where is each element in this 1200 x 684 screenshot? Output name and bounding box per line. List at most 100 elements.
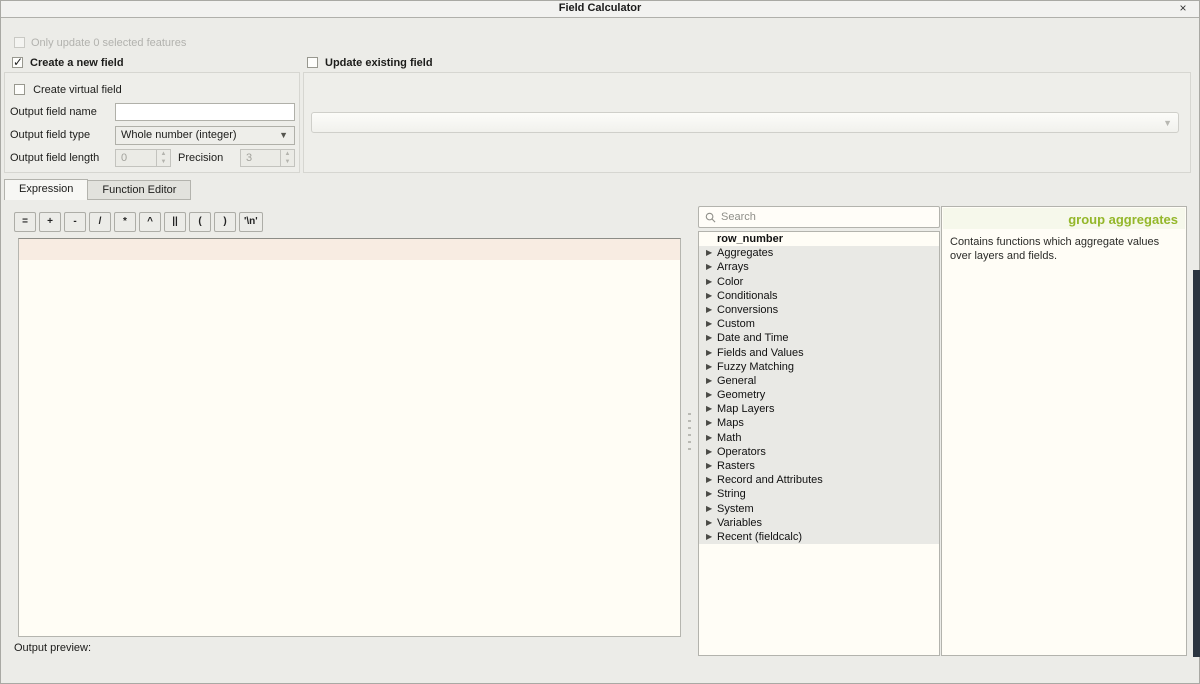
function-group-item[interactable]: ▶Custom bbox=[699, 317, 939, 331]
function-group-item[interactable]: ▶Variables bbox=[699, 516, 939, 530]
spinner-arrows-icon[interactable]: ▲▼ bbox=[156, 150, 170, 166]
expand-arrow-icon[interactable]: ▶ bbox=[706, 331, 712, 345]
search-placeholder: Search bbox=[721, 211, 756, 223]
expand-arrow-icon[interactable]: ▶ bbox=[706, 346, 712, 360]
output-field-name-label: Output field name bbox=[10, 106, 97, 118]
expand-arrow-icon[interactable]: ▶ bbox=[706, 416, 712, 430]
operator-button[interactable]: * bbox=[114, 212, 136, 232]
function-group-item[interactable]: ▶Date and Time bbox=[699, 331, 939, 345]
only-update-checkbox[interactable]: Only update 0 selected features bbox=[14, 37, 186, 49]
expand-arrow-icon[interactable]: ▶ bbox=[706, 445, 712, 459]
operator-button[interactable]: ) bbox=[214, 212, 236, 232]
function-group-item[interactable]: ▶String bbox=[699, 487, 939, 501]
function-group-item[interactable]: ▶Aggregates bbox=[699, 246, 939, 260]
tab-function-editor[interactable]: Function Editor bbox=[87, 180, 191, 200]
function-item-selected[interactable]: row_number bbox=[699, 232, 939, 246]
function-group-item[interactable]: ▶System bbox=[699, 502, 939, 516]
expand-arrow-icon[interactable]: ▶ bbox=[706, 530, 712, 544]
expand-arrow-icon[interactable]: ▶ bbox=[706, 374, 712, 388]
output-field-length-label: Output field length bbox=[10, 152, 99, 164]
only-update-label: Only update 0 selected features bbox=[31, 37, 186, 49]
output-field-type-value: Whole number (integer) bbox=[121, 129, 237, 141]
splitter-handle[interactable] bbox=[688, 413, 691, 451]
expression-editor[interactable] bbox=[18, 238, 681, 637]
function-group-item[interactable]: ▶Rasters bbox=[699, 459, 939, 473]
precision-stepper[interactable]: 3 ▲▼ bbox=[240, 149, 295, 167]
expand-arrow-icon[interactable]: ▶ bbox=[706, 360, 712, 374]
function-group-item[interactable]: ▶Conversions bbox=[699, 303, 939, 317]
operator-button[interactable]: ^ bbox=[139, 212, 161, 232]
close-icon[interactable]: × bbox=[1176, 1, 1190, 15]
function-group-item[interactable]: ▶Color bbox=[699, 275, 939, 289]
output-field-type-select[interactable]: Whole number (integer) ▼ bbox=[115, 126, 295, 145]
chevron-down-icon: ▼ bbox=[1163, 118, 1172, 128]
output-preview-label: Output preview: bbox=[14, 642, 91, 654]
function-group-item[interactable]: ▶Math bbox=[699, 431, 939, 445]
operator-button[interactable]: - bbox=[64, 212, 86, 232]
expand-arrow-icon[interactable]: ▶ bbox=[706, 289, 712, 303]
function-group-item[interactable]: ▶Operators bbox=[699, 445, 939, 459]
expand-arrow-icon[interactable]: ▶ bbox=[706, 275, 712, 289]
checkbox-icon bbox=[14, 84, 25, 95]
help-description: Contains functions which aggregate value… bbox=[942, 230, 1186, 268]
create-new-field-label: Create a new field bbox=[30, 57, 124, 69]
function-group-item[interactable]: ▶Fields and Values bbox=[699, 346, 939, 360]
function-group-item[interactable]: ▶Conditionals bbox=[699, 289, 939, 303]
help-title: group aggregates bbox=[943, 208, 1185, 229]
checkbox-icon bbox=[307, 57, 318, 68]
function-group-item[interactable]: ▶Recent (fieldcalc) bbox=[699, 530, 939, 544]
tab-expression[interactable]: Expression bbox=[4, 179, 88, 200]
create-new-field-checkbox[interactable]: Create a new field bbox=[12, 57, 124, 69]
operator-button[interactable]: '\n' bbox=[239, 212, 263, 232]
function-group-item[interactable]: ▶Arrays bbox=[699, 260, 939, 274]
function-group-item[interactable]: ▶Fuzzy Matching bbox=[699, 360, 939, 374]
output-field-length-stepper[interactable]: 0 ▲▼ bbox=[115, 149, 171, 167]
operator-button[interactable]: || bbox=[164, 212, 186, 232]
expand-arrow-icon[interactable]: ▶ bbox=[706, 502, 712, 516]
update-existing-field-checkbox[interactable]: Update existing field bbox=[307, 57, 433, 69]
expand-arrow-icon[interactable]: ▶ bbox=[706, 473, 712, 487]
update-existing-field-label: Update existing field bbox=[325, 57, 433, 69]
function-group-item[interactable]: ▶Maps bbox=[699, 416, 939, 430]
expand-arrow-icon[interactable]: ▶ bbox=[706, 246, 712, 260]
expand-arrow-icon[interactable]: ▶ bbox=[706, 303, 712, 317]
precision-value: 3 bbox=[246, 152, 252, 164]
operator-toolbar: =+-/*^||()'\n' bbox=[14, 212, 263, 232]
function-group-item[interactable]: ▶Map Layers bbox=[699, 402, 939, 416]
operator-button[interactable]: / bbox=[89, 212, 111, 232]
output-field-name-input[interactable] bbox=[115, 103, 295, 121]
expand-arrow-icon[interactable]: ▶ bbox=[706, 402, 712, 416]
expand-arrow-icon[interactable]: ▶ bbox=[706, 487, 712, 501]
expand-arrow-icon[interactable]: ▶ bbox=[706, 459, 712, 473]
expand-arrow-icon[interactable]: ▶ bbox=[706, 431, 712, 445]
function-search-input[interactable]: Search bbox=[698, 206, 940, 228]
create-virtual-field-checkbox[interactable]: Create virtual field bbox=[14, 84, 122, 96]
search-icon bbox=[705, 212, 716, 223]
function-group-item[interactable]: ▶Geometry bbox=[699, 388, 939, 402]
operator-button[interactable]: + bbox=[39, 212, 61, 232]
checkbox-icon bbox=[14, 37, 25, 48]
operator-button[interactable]: ( bbox=[189, 212, 211, 232]
function-group-item[interactable]: ▶General bbox=[699, 374, 939, 388]
checkbox-checked-icon bbox=[12, 57, 23, 68]
existing-field-select[interactable]: ▼ bbox=[311, 112, 1179, 133]
tab-bar: ExpressionFunction Editor bbox=[4, 179, 190, 199]
output-field-length-value: 0 bbox=[121, 152, 127, 164]
expand-arrow-icon[interactable]: ▶ bbox=[706, 516, 712, 530]
background-window-scrollbar bbox=[1193, 270, 1200, 657]
operator-button[interactable]: = bbox=[14, 212, 36, 232]
create-virtual-field-label: Create virtual field bbox=[33, 84, 122, 96]
expand-arrow-icon[interactable]: ▶ bbox=[706, 388, 712, 402]
precision-label: Precision bbox=[178, 152, 223, 164]
expand-arrow-icon[interactable]: ▶ bbox=[706, 260, 712, 274]
current-line-highlight bbox=[19, 239, 680, 260]
spinner-arrows-icon[interactable]: ▲▼ bbox=[280, 150, 294, 166]
function-tree: row_number▶Aggregates▶Arrays▶Color▶Condi… bbox=[698, 231, 940, 656]
expand-arrow-icon[interactable]: ▶ bbox=[706, 317, 712, 331]
function-group-item[interactable]: ▶Record and Attributes bbox=[699, 473, 939, 487]
title-bar[interactable]: Field Calculator × bbox=[0, 0, 1200, 18]
function-help-panel: group aggregates Contains functions whic… bbox=[941, 206, 1187, 656]
window-title: Field Calculator bbox=[0, 2, 1200, 14]
chevron-down-icon: ▼ bbox=[279, 130, 288, 140]
output-field-type-label: Output field type bbox=[10, 129, 90, 141]
